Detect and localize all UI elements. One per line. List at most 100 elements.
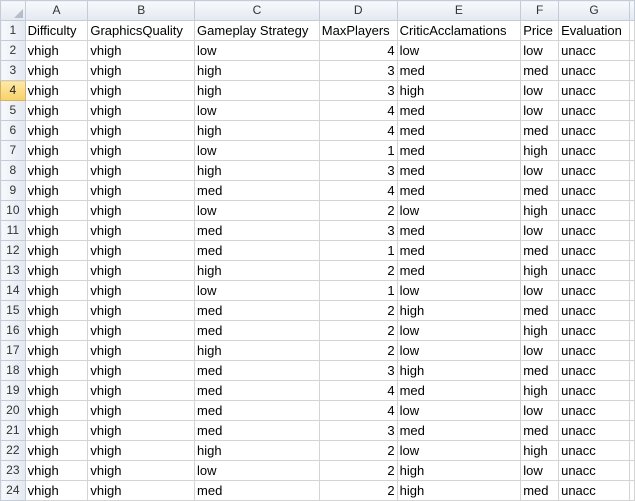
cell[interactable]: med: [396, 140, 522, 161]
cell[interactable]: vhigh: [87, 360, 196, 381]
cell[interactable]: vhigh: [87, 280, 196, 301]
cell[interactable]: low: [396, 400, 522, 421]
cell[interactable]: 2: [318, 320, 398, 341]
cell[interactable]: 4: [318, 380, 398, 401]
cell[interactable]: med: [520, 240, 560, 261]
cell[interactable]: unacc: [558, 460, 630, 481]
cell[interactable]: low: [520, 280, 560, 301]
cell[interactable]: [628, 200, 635, 221]
cell[interactable]: high: [194, 80, 320, 101]
cell[interactable]: [628, 160, 635, 181]
cell[interactable]: 4: [318, 100, 398, 121]
cell[interactable]: 4: [318, 120, 398, 141]
column-header[interactable]: G: [558, 0, 630, 21]
column-header[interactable]: C: [194, 0, 320, 21]
cell[interactable]: 2: [318, 340, 398, 361]
cell[interactable]: med: [520, 180, 560, 201]
cell[interactable]: vhigh: [24, 40, 89, 61]
row-header[interactable]: 3: [0, 60, 26, 81]
column-header[interactable]: F: [520, 0, 560, 21]
cell[interactable]: vhigh: [24, 200, 89, 221]
cell[interactable]: [628, 480, 635, 501]
row-header[interactable]: 5: [0, 100, 26, 121]
cell[interactable]: vhigh: [24, 420, 89, 441]
row-header[interactable]: 1: [0, 20, 26, 41]
cell[interactable]: low: [194, 460, 320, 481]
cell[interactable]: 2: [318, 260, 398, 281]
column-header[interactable]: A: [24, 0, 89, 21]
cell[interactable]: med: [194, 300, 320, 321]
cell[interactable]: low: [194, 200, 320, 221]
cell[interactable]: unacc: [558, 40, 630, 61]
cell[interactable]: vhigh: [24, 440, 89, 461]
cell[interactable]: unacc: [558, 300, 630, 321]
cell[interactable]: [628, 380, 635, 401]
cell[interactable]: vhigh: [24, 380, 89, 401]
cell[interactable]: [628, 400, 635, 421]
cell[interactable]: unacc: [558, 220, 630, 241]
cell[interactable]: vhigh: [24, 120, 89, 141]
cell[interactable]: 3: [318, 160, 398, 181]
row-header[interactable]: 12: [0, 240, 26, 261]
cell[interactable]: med: [194, 240, 320, 261]
cell[interactable]: low: [194, 280, 320, 301]
cell[interactable]: med: [520, 360, 560, 381]
cell[interactable]: med: [396, 240, 522, 261]
cell[interactable]: high: [194, 160, 320, 181]
cell[interactable]: unacc: [558, 380, 630, 401]
cell[interactable]: vhigh: [87, 220, 196, 241]
cell[interactable]: unacc: [558, 180, 630, 201]
cell[interactable]: low: [396, 440, 522, 461]
cell[interactable]: [628, 460, 635, 481]
cell[interactable]: 2: [318, 200, 398, 221]
cell[interactable]: unacc: [558, 140, 630, 161]
cell[interactable]: med: [396, 260, 522, 281]
cell[interactable]: vhigh: [24, 80, 89, 101]
cell[interactable]: vhigh: [24, 140, 89, 161]
row-header[interactable]: 22: [0, 440, 26, 461]
cell[interactable]: high: [194, 340, 320, 361]
cell[interactable]: 3: [318, 420, 398, 441]
cell[interactable]: [628, 340, 635, 361]
cell[interactable]: low: [520, 40, 560, 61]
cell[interactable]: Price: [520, 20, 560, 41]
cell[interactable]: unacc: [558, 80, 630, 101]
cell[interactable]: GraphicsQuality: [87, 20, 196, 41]
cell[interactable]: unacc: [558, 60, 630, 81]
row-header[interactable]: 10: [0, 200, 26, 221]
cell[interactable]: 4: [318, 400, 398, 421]
row-header[interactable]: 21: [0, 420, 26, 441]
cell[interactable]: vhigh: [87, 40, 196, 61]
row-header[interactable]: 19: [0, 380, 26, 401]
cell[interactable]: med: [396, 60, 522, 81]
cell[interactable]: vhigh: [24, 180, 89, 201]
cell[interactable]: vhigh: [87, 200, 196, 221]
cell[interactable]: 3: [318, 60, 398, 81]
cell[interactable]: 2: [318, 300, 398, 321]
cell[interactable]: high: [396, 460, 522, 481]
cell[interactable]: 2: [318, 440, 398, 461]
cell[interactable]: 3: [318, 220, 398, 241]
cell[interactable]: low: [396, 200, 522, 221]
row-header[interactable]: 17: [0, 340, 26, 361]
cell[interactable]: unacc: [558, 200, 630, 221]
cell[interactable]: vhigh: [87, 100, 196, 121]
cell[interactable]: unacc: [558, 280, 630, 301]
cell[interactable]: [628, 240, 635, 261]
cell[interactable]: vhigh: [24, 400, 89, 421]
row-header[interactable]: 20: [0, 400, 26, 421]
cell[interactable]: vhigh: [87, 460, 196, 481]
cell[interactable]: vhigh: [24, 60, 89, 81]
select-all-corner[interactable]: [0, 0, 26, 21]
cell[interactable]: high: [396, 480, 522, 501]
cell[interactable]: low: [194, 140, 320, 161]
cell[interactable]: vhigh: [24, 460, 89, 481]
cell[interactable]: [628, 420, 635, 441]
row-header[interactable]: 9: [0, 180, 26, 201]
cell[interactable]: med: [194, 400, 320, 421]
cell[interactable]: vhigh: [87, 480, 196, 501]
cell[interactable]: vhigh: [87, 140, 196, 161]
cell[interactable]: [628, 140, 635, 161]
cell[interactable]: med: [396, 420, 522, 441]
cell[interactable]: unacc: [558, 360, 630, 381]
